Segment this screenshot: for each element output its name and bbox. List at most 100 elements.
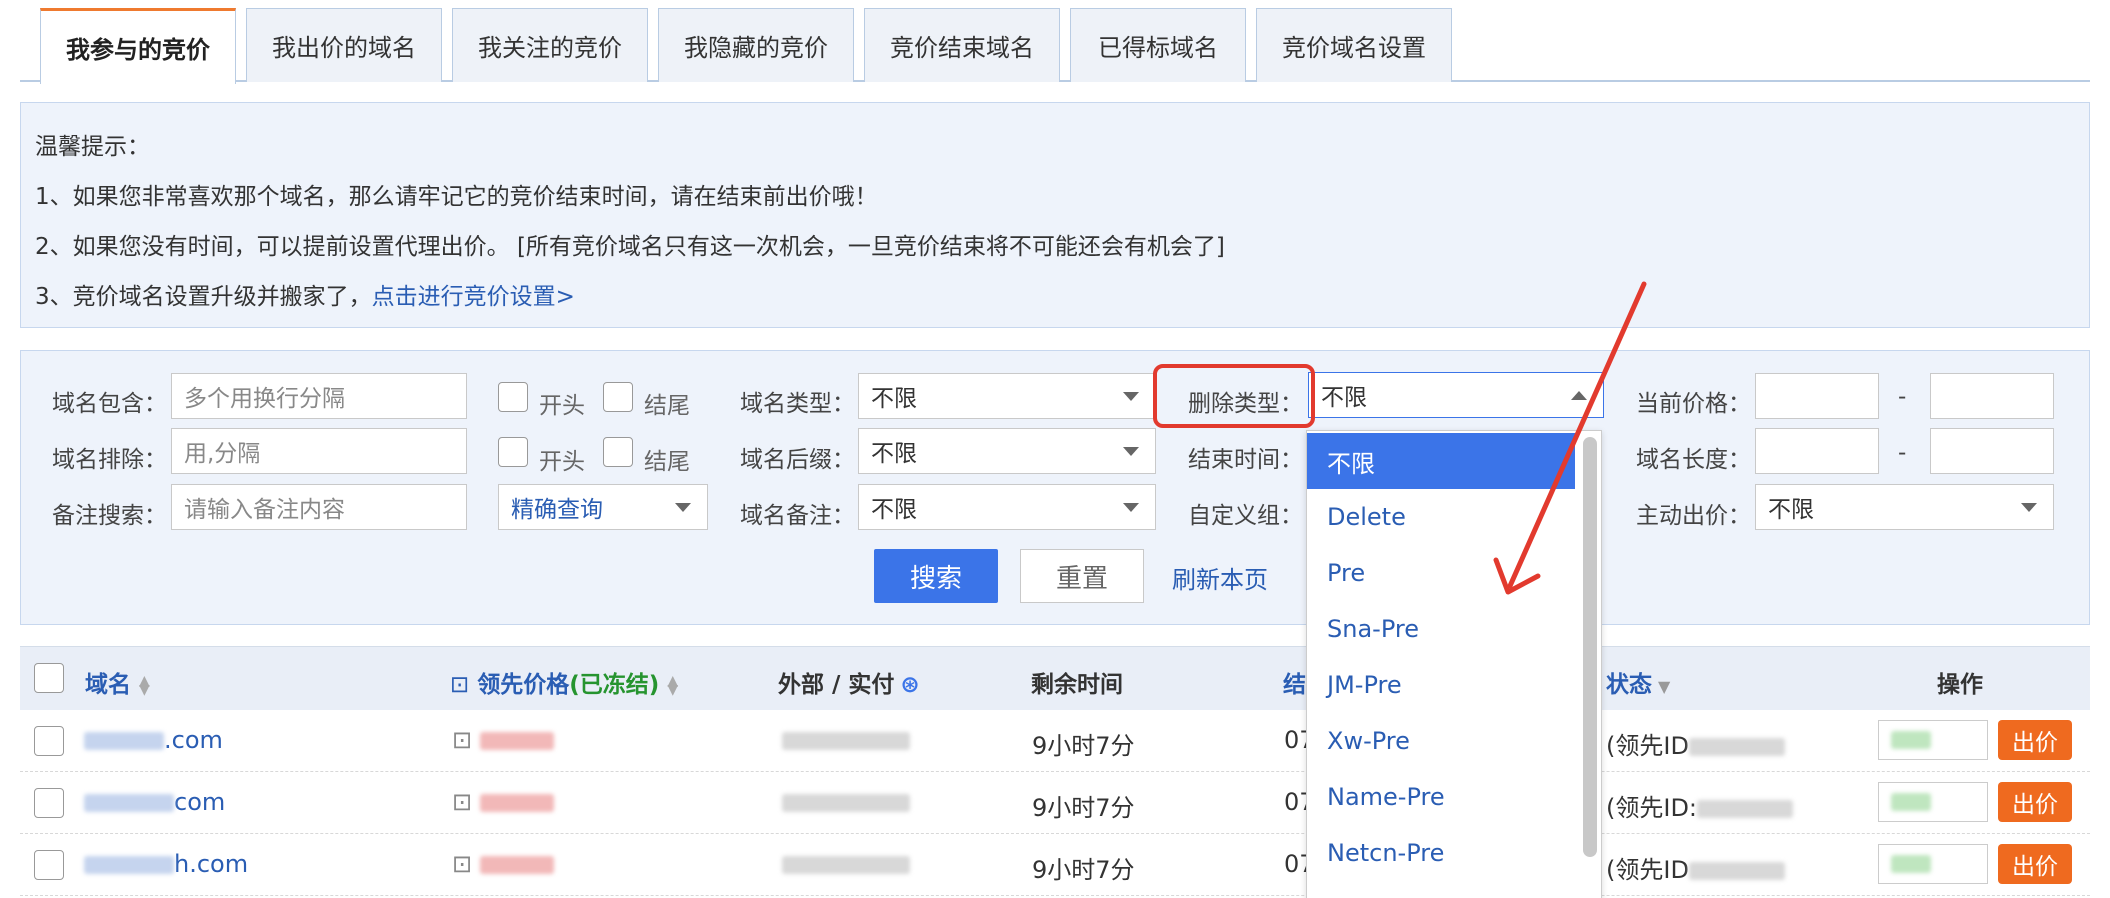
col-lead-price[interactable]: ⊡ 领先价格(已冻结) ▲ ▼ bbox=[450, 665, 678, 699]
note-search-input[interactable]: 请输入备注内容 bbox=[171, 484, 467, 530]
ext-actual-cell bbox=[782, 788, 910, 816]
domain-type-value: 不限 bbox=[871, 386, 917, 412]
chart-icon: ⊡ bbox=[452, 788, 473, 816]
tab-my-bid-domains[interactable]: 我出价的域名 bbox=[246, 8, 442, 82]
domain-length-max-input[interactable] bbox=[1930, 428, 2054, 474]
exclude-ends-with-label: 结尾 bbox=[644, 449, 690, 475]
domain-exclude-input[interactable]: 用,分隔 bbox=[171, 428, 467, 474]
domain-contains-label: 域名包含： bbox=[52, 391, 167, 417]
option-delete[interactable]: Delete bbox=[1307, 489, 1575, 545]
domain-length-min-input[interactable] bbox=[1755, 428, 1879, 474]
domain-length-dash: - bbox=[1898, 440, 1907, 466]
chevron-up-icon bbox=[1571, 391, 1587, 400]
tab-my-watched-bids[interactable]: 我关注的竞价 bbox=[452, 8, 648, 82]
col-domain[interactable]: 域名 ▲ ▼ bbox=[85, 665, 150, 699]
domain-contains-input[interactable]: 多个用换行分隔 bbox=[171, 373, 467, 419]
tab-ended-bid-domains[interactable]: 竞价结束域名 bbox=[864, 8, 1060, 82]
status-cell: (领先ID bbox=[1606, 850, 1785, 885]
lead-price-cell: ⊡ bbox=[452, 788, 554, 816]
current-price-max-input[interactable] bbox=[1930, 373, 2054, 419]
lead-price-cell: ⊡ bbox=[452, 726, 554, 754]
ext-actual-cell bbox=[782, 850, 910, 878]
tab-my-hidden-bids[interactable]: 我隐藏的竞价 bbox=[658, 8, 854, 82]
bid-amount-input[interactable] bbox=[1878, 782, 1988, 822]
option-sna-pre[interactable]: Sna-Pre bbox=[1307, 601, 1575, 657]
exclude-ends-with-checkbox[interactable] bbox=[603, 437, 633, 467]
delete-type-dropdown: 不限 Delete Pre Sna-Pre JM-Pre Xw-Pre Name… bbox=[1306, 430, 1602, 898]
col-ext-actual: 外部 / 实付 ⊛ bbox=[778, 672, 920, 698]
current-price-dash: - bbox=[1898, 384, 1907, 410]
option-name-pre[interactable]: Name-Pre bbox=[1307, 769, 1575, 825]
remaining-time-cell: 9小时7分 bbox=[1032, 732, 1135, 760]
row-checkbox[interactable] bbox=[34, 850, 64, 880]
delete-type-select[interactable]: 不限 bbox=[1308, 372, 1604, 418]
domain-suffix-select[interactable]: 不限 bbox=[858, 428, 1156, 474]
query-mode-value: 精确查询 bbox=[511, 497, 603, 523]
domain-note-select[interactable]: 不限 bbox=[858, 484, 1156, 530]
bid-settings-link[interactable]: 点击进行竞价设置> bbox=[372, 284, 575, 310]
delete-type-value: 不限 bbox=[1321, 385, 1367, 411]
option-jm-pre[interactable]: JM-Pre bbox=[1307, 657, 1575, 713]
tip-line-2: 2、如果您没有时间，可以提前设置代理出价。 [所有竞价域名只有这一次机会，一旦竞… bbox=[35, 234, 1225, 260]
active-bid-select[interactable]: 不限 bbox=[1755, 484, 2054, 530]
option-unlimited[interactable]: 不限 bbox=[1307, 433, 1575, 489]
domain-suffix-label: 域名后缀： bbox=[740, 447, 855, 473]
col-status[interactable]: 状态 ▼ bbox=[1606, 665, 1670, 699]
lead-price-cell: ⊡ bbox=[452, 850, 554, 878]
status-cell: (领先ID: bbox=[1606, 788, 1794, 823]
bid-button[interactable]: 出价 bbox=[1998, 720, 2072, 760]
select-all-checkbox[interactable] bbox=[34, 663, 64, 693]
domain-type-select[interactable]: 不限 bbox=[858, 373, 1156, 419]
table-header: 域名 ▲ ▼ ⊡ 领先价格(已冻结) ▲ ▼ 外部 / 实付 ⊛ 剩余时间 结 状态 ▼ 操作 bbox=[20, 646, 2090, 710]
tab-bid-settings[interactable]: 竞价域名设置 bbox=[1256, 8, 1452, 82]
tab-my-participated-bids[interactable]: 我参与的竞价 bbox=[40, 8, 236, 84]
chart-icon: ⊡ bbox=[450, 672, 470, 698]
tab-won-domains[interactable]: 已得标域名 bbox=[1070, 8, 1246, 82]
status-cell: (领先ID bbox=[1606, 726, 1785, 761]
chart-icon: ⊡ bbox=[452, 850, 473, 878]
bid-amount-input[interactable] bbox=[1878, 844, 1988, 884]
domain-link[interactable]: com bbox=[84, 788, 225, 816]
remaining-time-cell: 9小时7分 bbox=[1032, 794, 1135, 822]
exclude-starts-with-checkbox[interactable] bbox=[498, 437, 528, 467]
active-bid-label: 主动出价： bbox=[1636, 503, 1751, 529]
bid-button[interactable]: 出价 bbox=[1998, 782, 2072, 822]
table-row: .com ⊡ 9小时7分 07 (领先ID 出价 bbox=[20, 710, 2090, 772]
row-checkbox[interactable] bbox=[34, 726, 64, 756]
search-button[interactable]: 搜索 bbox=[874, 549, 998, 603]
refresh-page-link[interactable]: 刷新本页 bbox=[1172, 560, 1268, 595]
starts-with-checkbox[interactable] bbox=[498, 382, 528, 412]
domain-note-label: 域名备注： bbox=[740, 503, 855, 529]
row-checkbox[interactable] bbox=[34, 788, 64, 818]
currency-icon: ⊛ bbox=[900, 672, 920, 698]
option-netcn-pre[interactable]: Netcn-Pre bbox=[1307, 825, 1575, 881]
tip-line-3: 3、竞价域名设置升级并搬家了，点击进行竞价设置> bbox=[35, 277, 575, 311]
option-pre[interactable]: Pre bbox=[1307, 545, 1575, 601]
option-xw-pre[interactable]: Xw-Pre bbox=[1307, 713, 1575, 769]
current-price-min-input[interactable] bbox=[1755, 373, 1879, 419]
chevron-down-icon bbox=[1123, 392, 1139, 401]
domain-link[interactable]: h.com bbox=[84, 850, 248, 878]
query-mode-select[interactable]: 精确查询 bbox=[498, 484, 708, 530]
table-row: com ⊡ 9小时7分 07 (领先ID: 出价 bbox=[20, 772, 2090, 834]
col-remaining-time: 剩余时间 bbox=[1031, 672, 1123, 698]
annotation-highlight-box bbox=[1153, 364, 1315, 428]
starts-with-label: 开头 bbox=[539, 393, 585, 419]
tip-line-1: 1、如果您非常喜欢那个域名，那么请牢记它的竞价结束时间，请在结束前出价哦！ bbox=[35, 184, 878, 210]
current-price-label: 当前价格： bbox=[1636, 391, 1751, 417]
end-time-label: 结束时间： bbox=[1188, 447, 1303, 473]
chevron-down-icon bbox=[1123, 503, 1139, 512]
bid-amount-input[interactable] bbox=[1878, 720, 1988, 760]
domain-length-label: 域名长度： bbox=[1636, 447, 1751, 473]
dropdown-scrollbar[interactable] bbox=[1583, 437, 1597, 857]
ends-with-label: 结尾 bbox=[644, 393, 690, 419]
chart-icon: ⊡ bbox=[452, 726, 473, 754]
col-end-time[interactable]: 结 bbox=[1283, 665, 1306, 699]
ends-with-checkbox[interactable] bbox=[603, 382, 633, 412]
reset-button[interactable]: 重置 bbox=[1020, 549, 1144, 603]
chevron-down-icon bbox=[2021, 503, 2037, 512]
tips-panel: 温馨提示： 1、如果您非常喜欢那个域名，那么请牢记它的竞价结束时间，请在结束前出… bbox=[20, 102, 2090, 328]
bid-button[interactable]: 出价 bbox=[1998, 844, 2072, 884]
domain-link[interactable]: .com bbox=[84, 726, 223, 754]
filter-down-icon: ▼ bbox=[1658, 677, 1671, 696]
